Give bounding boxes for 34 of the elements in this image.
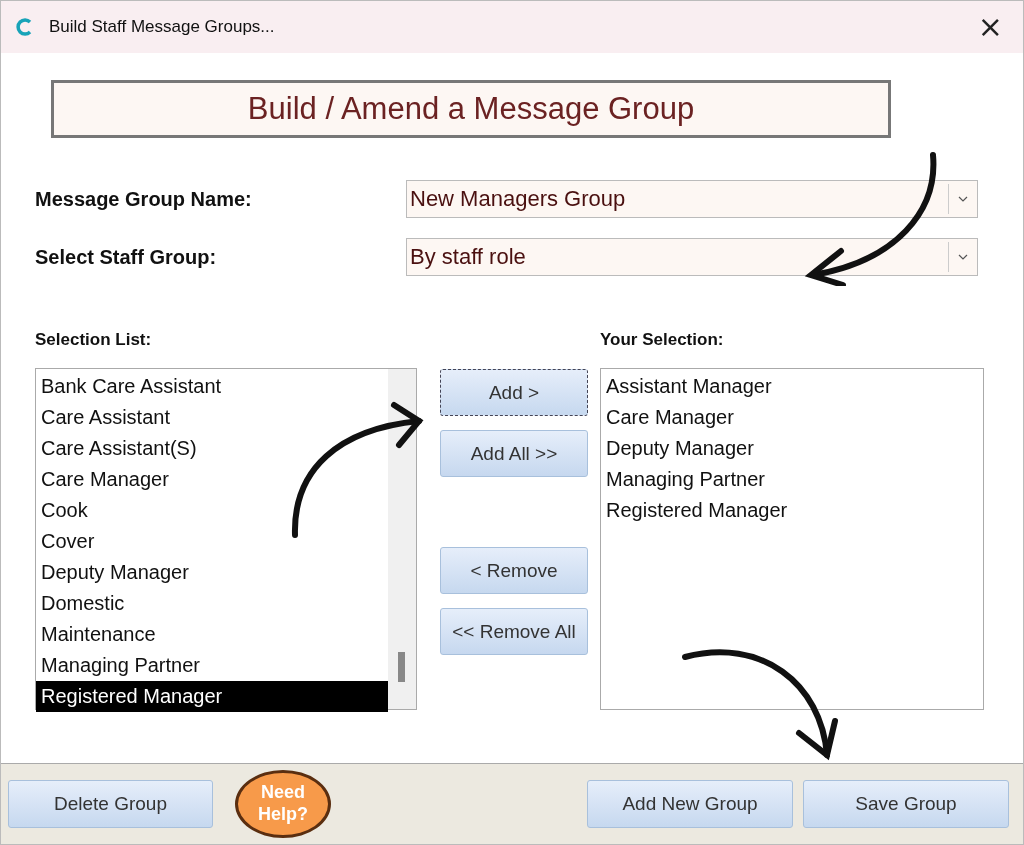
move-button[interactable]: Add All >> <box>440 430 588 477</box>
close-button[interactable]: × <box>971 12 1009 42</box>
list-item[interactable]: Registered Manager <box>36 681 388 712</box>
list-item[interactable]: Assistant Manager <box>601 371 983 402</box>
list-item[interactable]: Care Manager <box>601 402 983 433</box>
save-group-button[interactable]: Save Group <box>803 780 1009 828</box>
list-item[interactable]: Care Assistant(S) <box>36 433 388 464</box>
list-item[interactable]: Deputy Manager <box>36 557 388 588</box>
move-button[interactable]: < Remove <box>440 547 588 594</box>
list-item[interactable]: Managing Partner <box>601 464 983 495</box>
field-label: Select Staff Group: <box>35 245 218 269</box>
list-item[interactable]: Cover <box>36 526 388 557</box>
dropdown-field[interactable]: By staff role <box>406 238 978 276</box>
field-label: Message Group Name: <box>35 187 253 211</box>
list-item[interactable]: Maintenance <box>36 619 388 650</box>
banner-title: Build / Amend a Message Group <box>51 80 891 138</box>
list-item[interactable]: Deputy Manager <box>601 433 983 464</box>
move-button[interactable]: << Remove All <box>440 608 588 655</box>
list-item[interactable]: Bank Care Assistant <box>36 371 388 402</box>
move-button[interactable]: Add > <box>440 369 588 416</box>
list-item[interactable]: Registered Manager <box>601 495 983 526</box>
list-label: Selection List: <box>35 330 153 350</box>
list-label: Your Selection: <box>600 330 725 350</box>
add-new-group-button[interactable]: Add New Group <box>587 780 793 828</box>
list-item[interactable]: Domestic <box>36 588 388 619</box>
list-item[interactable]: Managing Partner <box>36 650 388 681</box>
scrollbar-thumb[interactable] <box>398 652 405 682</box>
list-item[interactable]: Cook <box>36 495 388 526</box>
list-item[interactable]: Care Manager <box>36 464 388 495</box>
scrollbar[interactable] <box>388 369 416 709</box>
delete-group-button[interactable]: Delete Group <box>8 780 213 828</box>
window-title: Build Staff Message Groups... <box>49 17 276 37</box>
list-item[interactable]: Care Assistant <box>36 402 388 433</box>
dropdown-field[interactable]: New Managers Group <box>406 180 978 218</box>
